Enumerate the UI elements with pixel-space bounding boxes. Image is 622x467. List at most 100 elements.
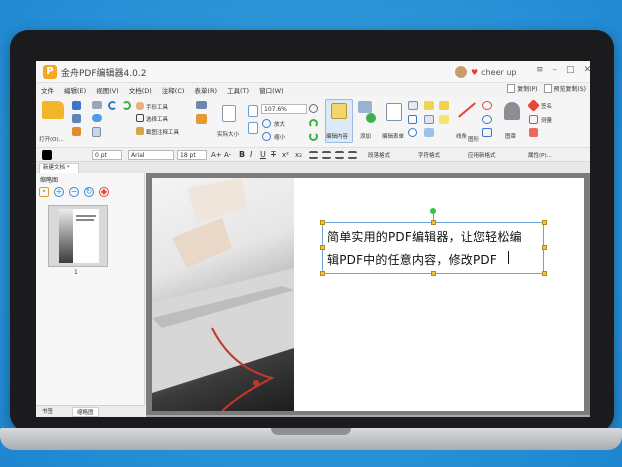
horizontal-scrollbar[interactable]: [146, 415, 590, 417]
menu-comment[interactable]: 注释(C): [157, 85, 190, 95]
menu-view[interactable]: 视图(V): [91, 85, 124, 95]
add-label[interactable]: 添加: [360, 132, 371, 140]
open-button-label[interactable]: 打开(O)...: [39, 135, 64, 143]
bold-button[interactable]: B: [239, 150, 245, 160]
actual-size-icon[interactable]: [222, 105, 236, 122]
rotate-icon[interactable]: [309, 119, 318, 128]
radio-icon[interactable]: [408, 128, 417, 137]
resize-handle-bl[interactable]: [320, 271, 325, 276]
thumbnail-options-icon[interactable]: •: [39, 187, 49, 197]
sign-label[interactable]: 签名: [541, 102, 552, 110]
text-line-2[interactable]: 辑PDF中的任意内容，修改PDF: [327, 251, 497, 268]
underline-button[interactable]: U: [260, 150, 266, 160]
arrow-icon[interactable]: [482, 101, 492, 110]
decrease-font-button[interactable]: A-: [224, 150, 231, 160]
document-tab[interactable]: 新建文档 *: [39, 163, 79, 173]
subscript-button[interactable]: x₂: [295, 150, 302, 160]
copy-button[interactable]: 复制(P): [507, 84, 538, 93]
search-icon[interactable]: [309, 104, 318, 113]
thumbnail-rotate-icon[interactable]: ↻: [84, 187, 94, 197]
close-button[interactable]: ✕: [584, 65, 590, 75]
camera-icon[interactable]: [196, 101, 207, 109]
resize-handle-tm[interactable]: [431, 220, 436, 225]
sign-icon[interactable]: [527, 99, 540, 112]
snapshot-icon[interactable]: [136, 127, 144, 135]
align-right-icon[interactable]: [335, 151, 344, 159]
bookmarks-tab[interactable]: 书签: [38, 407, 57, 417]
redo-icon[interactable]: [122, 101, 131, 110]
resize-handle-mr[interactable]: [542, 245, 547, 250]
thumbnails-tab[interactable]: 缩略图: [72, 407, 99, 417]
line-width-select[interactable]: 0 pt: [92, 150, 122, 160]
edit-form-icon[interactable]: [386, 103, 402, 121]
menu-form[interactable]: 表单(R): [189, 85, 222, 95]
zoom-out-icon[interactable]: [262, 132, 271, 141]
strike-button[interactable]: T: [271, 150, 276, 160]
align-center-icon[interactable]: [322, 151, 331, 159]
actual-size-label[interactable]: 实际大小: [217, 130, 239, 138]
hand-tool-icon[interactable]: [136, 102, 144, 110]
page-thumbnail[interactable]: [48, 205, 108, 267]
measure-icon[interactable]: [529, 115, 538, 124]
add-icon[interactable]: [366, 113, 376, 123]
paint-icon[interactable]: [196, 114, 207, 124]
align-left-icon[interactable]: [309, 151, 318, 159]
list-icon[interactable]: [424, 115, 434, 124]
fit-page-icon[interactable]: [248, 105, 258, 117]
pdf-page[interactable]: 简单实用的PDF编辑器，让您轻松编 辑PDF中的任意内容，修改PDF: [152, 178, 584, 411]
zoom-in-label[interactable]: 放大: [274, 120, 285, 128]
menu-window[interactable]: 窗口(W): [254, 85, 289, 95]
thumbnail-zoom-in-icon[interactable]: +: [54, 187, 64, 197]
combo-icon[interactable]: [424, 101, 434, 110]
resize-handle-bm[interactable]: [431, 271, 436, 276]
avatar[interactable]: [454, 65, 468, 79]
text-line-1[interactable]: 简单实用的PDF编辑器，让您轻松编: [327, 228, 522, 245]
superscript-button[interactable]: x²: [282, 150, 289, 160]
line-icon[interactable]: [457, 102, 477, 118]
paragraph-style-button[interactable]: 段落格式: [368, 151, 390, 159]
attributes-button[interactable]: 属性(P)...: [528, 151, 552, 159]
line-label[interactable]: 线条: [456, 132, 467, 140]
maximize-button[interactable]: □: [566, 65, 575, 75]
checkbox-icon[interactable]: [408, 115, 417, 124]
user-area[interactable]: ♥ cheer up: [454, 64, 516, 80]
resize-handle-tr[interactable]: [542, 220, 547, 225]
print-icon[interactable]: [72, 114, 81, 123]
character-style-button[interactable]: 字符格式: [418, 151, 440, 159]
menu-icon[interactable]: ≡: [536, 65, 544, 75]
new-icon[interactable]: [72, 127, 81, 136]
comment-icon[interactable]: [439, 101, 449, 110]
italic-button[interactable]: I: [250, 150, 252, 160]
save-icon[interactable]: [72, 101, 81, 110]
justify-icon[interactable]: [348, 151, 357, 159]
open-folder-icon[interactable]: [42, 101, 64, 119]
resize-handle-ml[interactable]: [320, 245, 325, 250]
stamp-icon[interactable]: [504, 102, 520, 120]
highlight-icon[interactable]: [439, 115, 449, 124]
snapshot-label[interactable]: 截图注释工具: [146, 128, 179, 136]
minimize-button[interactable]: –: [553, 65, 558, 75]
erase-icon[interactable]: [529, 128, 538, 137]
undo-icon[interactable]: [108, 101, 117, 110]
fit-width-icon[interactable]: [248, 122, 258, 134]
user-name[interactable]: cheer up: [481, 68, 516, 77]
menu-file[interactable]: 文件: [36, 85, 59, 95]
text-field-icon[interactable]: [408, 101, 418, 110]
resize-handle-tl[interactable]: [320, 220, 325, 225]
document-view[interactable]: 简单实用的PDF编辑器，让您轻松编 辑PDF中的任意内容，修改PDF: [146, 173, 590, 417]
thumbnail-zoom-out-icon[interactable]: −: [69, 187, 79, 197]
add-text-icon[interactable]: [358, 101, 372, 113]
rotation-handle[interactable]: [430, 208, 436, 214]
ellipse-icon[interactable]: [482, 115, 492, 124]
preview-copy-button[interactable]: 预览复制(S): [543, 84, 586, 93]
hand-tool-label[interactable]: 手形工具: [146, 103, 168, 111]
cloud-icon[interactable]: [92, 114, 102, 122]
apply-style-button[interactable]: 应用新格式: [468, 151, 496, 159]
mail-icon[interactable]: [92, 101, 102, 109]
thumbnail-insert-icon[interactable]: ◆: [99, 187, 109, 197]
measure-label[interactable]: 测量: [541, 116, 552, 124]
zoom-select[interactable]: 107.6%: [261, 104, 307, 114]
menu-edit[interactable]: 编辑(E): [59, 85, 91, 95]
zoom-in-icon[interactable]: [262, 119, 271, 128]
menu-document[interactable]: 文档(D): [124, 85, 157, 95]
